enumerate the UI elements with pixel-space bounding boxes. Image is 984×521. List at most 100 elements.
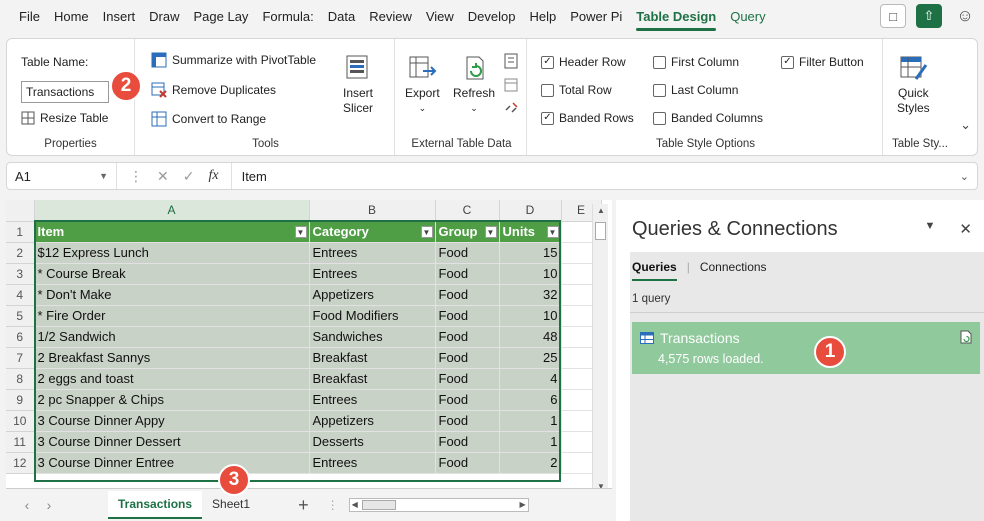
column-header-a[interactable]: A: [34, 200, 310, 222]
row-header[interactable]: 3: [6, 263, 35, 285]
last-column-check[interactable]: [653, 83, 666, 97]
item-cell[interactable]: 2 pc Snapper & Chips: [34, 389, 310, 411]
category-cell[interactable]: Sandwiches: [309, 326, 436, 348]
unlink-icon[interactable]: [503, 101, 519, 117]
banded-rows-check[interactable]: ✓: [541, 111, 554, 125]
units-cell[interactable]: 25: [499, 347, 562, 369]
prev-sheet-icon[interactable]: ‹: [16, 497, 38, 513]
properties-icon[interactable]: [503, 53, 519, 69]
tab-splitter[interactable]: ⋮: [327, 498, 339, 512]
sheet-tab-transactions[interactable]: Transactions: [108, 491, 203, 519]
refresh-query-icon[interactable]: [960, 330, 972, 344]
total-row-check[interactable]: [541, 83, 554, 97]
cancel-icon[interactable]: ✕: [157, 168, 169, 185]
group-cell[interactable]: Food: [435, 347, 500, 369]
header-row-check[interactable]: ✓: [541, 55, 554, 69]
tab-connections[interactable]: Connections: [700, 260, 767, 281]
tab-table-design[interactable]: Table Design: [629, 0, 723, 34]
item-cell[interactable]: * Don't Make: [34, 284, 310, 306]
units-cell[interactable]: 48: [499, 326, 562, 348]
banded-columns-check[interactable]: [653, 111, 666, 125]
tab-power-pivot[interactable]: Power Pi: [563, 0, 629, 34]
group-cell[interactable]: Food: [435, 410, 500, 432]
header-cell-group[interactable]: Group ▼: [435, 221, 500, 243]
banded-columns-checkbox[interactable]: Banded Columns: [653, 111, 763, 125]
column-header-c[interactable]: C: [435, 200, 500, 222]
tab-help[interactable]: Help: [522, 0, 563, 34]
summarize-pivottable-button[interactable]: Summarize with PivotTable: [151, 52, 316, 68]
tab-file[interactable]: File: [12, 0, 47, 34]
item-cell[interactable]: 2 Breakfast Sannys: [34, 347, 310, 369]
item-cell[interactable]: 1/2 Sandwich: [34, 326, 310, 348]
tab-developer[interactable]: Develop: [461, 0, 523, 34]
category-cell[interactable]: Appetizers: [309, 410, 436, 432]
filter-button-checkbox[interactable]: ✓ Filter Button: [781, 55, 864, 69]
tab-formulas[interactable]: Formula:: [255, 0, 320, 34]
tab-insert[interactable]: Insert: [96, 0, 143, 34]
enter-icon[interactable]: ✓: [183, 168, 195, 185]
expand-formula-bar-icon[interactable]: ⌄: [960, 170, 977, 183]
row-header[interactable]: 4: [6, 284, 35, 306]
comments-icon[interactable]: □: [880, 4, 906, 28]
item-cell[interactable]: 3 Course Dinner Appy: [34, 410, 310, 432]
convert-to-range-button[interactable]: Convert to Range: [151, 111, 266, 127]
share-icon[interactable]: ⇧: [916, 4, 942, 28]
insert-function-icon[interactable]: fx: [208, 168, 218, 184]
tab-home[interactable]: Home: [47, 0, 96, 34]
banded-rows-checkbox[interactable]: ✓ Banded Rows: [541, 111, 634, 125]
units-cell[interactable]: 1: [499, 410, 562, 432]
category-cell[interactable]: Breakfast: [309, 368, 436, 390]
header-cell-category[interactable]: Category ▼: [309, 221, 436, 243]
tab-view[interactable]: View: [419, 0, 461, 34]
category-cell[interactable]: Desserts: [309, 431, 436, 453]
row-header[interactable]: 9: [6, 389, 35, 411]
resize-table-button[interactable]: Resize Table: [21, 111, 108, 125]
column-header-d[interactable]: D: [499, 200, 562, 222]
category-cell[interactable]: Entrees: [309, 389, 436, 411]
scroll-thumb[interactable]: [595, 222, 606, 240]
insert-slicer-button[interactable]: Insert Slicer: [343, 53, 373, 116]
units-cell[interactable]: 32: [499, 284, 562, 306]
units-cell[interactable]: 2: [499, 452, 562, 474]
query-item-transactions[interactable]: Transactions 4,575 rows loaded.: [632, 322, 980, 374]
remove-duplicates-button[interactable]: Remove Duplicates: [151, 82, 276, 98]
group-cell[interactable]: Food: [435, 326, 500, 348]
refresh-button[interactable]: Refresh ⌄: [453, 53, 495, 116]
first-column-check[interactable]: [653, 55, 666, 69]
select-all-corner[interactable]: [6, 200, 35, 222]
item-cell[interactable]: 2 eggs and toast: [34, 368, 310, 390]
name-box[interactable]: A1 ▼: [7, 163, 117, 189]
name-box-dropdown-icon[interactable]: ▼: [99, 171, 108, 181]
item-cell[interactable]: * Course Break: [34, 263, 310, 285]
filter-dropdown-icon[interactable]: ▼: [294, 226, 307, 238]
row-header[interactable]: 5: [6, 305, 35, 327]
scroll-right-icon[interactable]: ▶: [519, 500, 525, 509]
item-cell[interactable]: * Fire Order: [34, 305, 310, 327]
units-cell[interactable]: 6: [499, 389, 562, 411]
column-header-b[interactable]: B: [309, 200, 436, 222]
tab-draw[interactable]: Draw: [142, 0, 186, 34]
next-sheet-icon[interactable]: ›: [38, 497, 60, 513]
row-header[interactable]: 7: [6, 347, 35, 369]
group-cell[interactable]: Food: [435, 263, 500, 285]
table-name-input[interactable]: [21, 81, 109, 103]
row-header[interactable]: 10: [6, 410, 35, 432]
header-cell-item[interactable]: Item ▼: [34, 221, 310, 243]
close-icon[interactable]: ✕: [959, 220, 972, 238]
category-cell[interactable]: Appetizers: [309, 284, 436, 306]
tab-data[interactable]: Data: [321, 0, 362, 34]
row-header[interactable]: 12: [6, 452, 35, 474]
last-column-checkbox[interactable]: Last Column: [653, 83, 738, 97]
header-cell-units[interactable]: Units ▼: [499, 221, 562, 243]
row-header[interactable]: 1: [6, 221, 35, 243]
group-cell[interactable]: Food: [435, 305, 500, 327]
ribbon-collapse-chevron-icon[interactable]: ⌄: [960, 117, 971, 133]
group-cell[interactable]: Food: [435, 389, 500, 411]
add-sheet-icon[interactable]: +: [298, 495, 309, 516]
category-cell[interactable]: Entrees: [309, 242, 436, 264]
group-cell[interactable]: Food: [435, 452, 500, 474]
tab-review[interactable]: Review: [362, 0, 419, 34]
open-in-browser-icon[interactable]: [503, 77, 519, 93]
row-header[interactable]: 2: [6, 242, 35, 264]
row-header[interactable]: 11: [6, 431, 35, 453]
